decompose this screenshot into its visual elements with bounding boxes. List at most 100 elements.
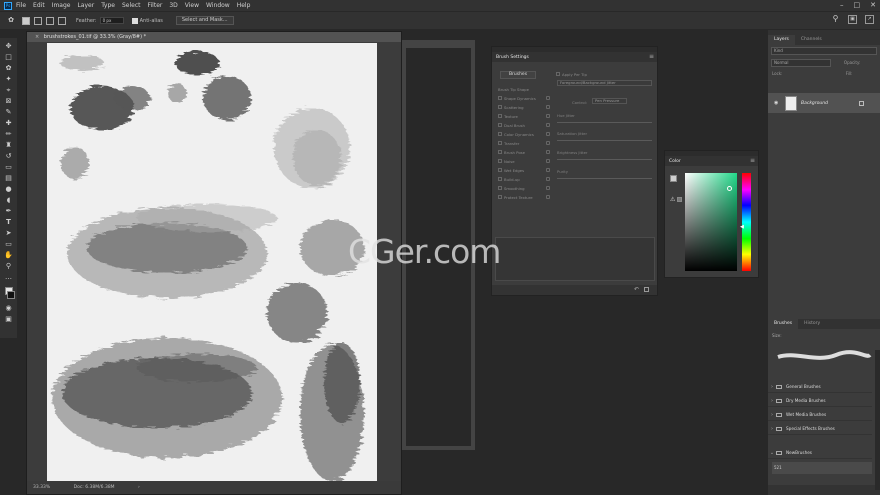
web-safe-swatch[interactable] (677, 197, 682, 202)
brush-group-dry-media[interactable]: › Dry Media Brushes (768, 395, 872, 407)
lock-icon[interactable] (546, 168, 550, 172)
brush-group-special-effects[interactable]: › Special Effects Brushes (768, 423, 872, 435)
feather-input[interactable]: 0 px (99, 17, 124, 24)
dodge-tool-icon[interactable]: ◖ (4, 195, 14, 205)
option-checkbox[interactable] (498, 123, 502, 127)
apply-per-tip-checkbox[interactable] (556, 72, 560, 76)
option-checkbox[interactable] (498, 177, 502, 181)
control-dropdown[interactable]: Pen Pressure (592, 98, 627, 104)
maximize-icon[interactable]: □ (854, 1, 861, 9)
tab-layers[interactable]: Layers (768, 35, 795, 45)
floating-window-titlebar[interactable] (402, 40, 475, 48)
brush-tool-icon[interactable]: ✏ (4, 129, 14, 139)
brush-option-8[interactable]: Noise (498, 158, 550, 164)
color-tab[interactable]: Color (669, 159, 681, 164)
crop-tool-icon[interactable]: ⌖ (4, 85, 14, 95)
document-canvas[interactable] (47, 43, 377, 481)
menu-type[interactable]: Type (101, 2, 115, 9)
intersect-selection-icon[interactable] (58, 16, 66, 25)
lock-icon[interactable] (546, 105, 550, 109)
lock-icon[interactable] (546, 132, 550, 136)
rectangle-tool-icon[interactable]: ▭ (4, 239, 14, 249)
brush-group-general[interactable]: › General Brushes (768, 381, 872, 393)
chevron-right-icon[interactable]: › (768, 395, 776, 407)
menu-image[interactable]: Image (52, 2, 71, 9)
brush-group-wet-media[interactable]: › Wet Media Brushes (768, 409, 872, 421)
share-icon[interactable]: ↗ (865, 15, 874, 24)
option-checkbox[interactable] (498, 114, 502, 118)
brush-option-11[interactable]: Smoothing (498, 185, 550, 191)
search-icon[interactable]: ⚲ (831, 15, 840, 24)
lock-icon[interactable] (546, 141, 550, 145)
option-checkbox[interactable] (498, 105, 502, 109)
lock-icon[interactable] (546, 177, 550, 181)
layer-kind-filter[interactable]: Kind (771, 47, 877, 55)
toggle-live-tip-icon[interactable]: ↶ (634, 286, 639, 293)
hue-slider[interactable] (742, 173, 751, 271)
option-checkbox[interactable] (498, 150, 502, 154)
eyedropper-tool-icon[interactable]: ✎ (4, 107, 14, 117)
color-picker-marker[interactable] (727, 186, 732, 191)
chevron-right-icon[interactable]: › (768, 381, 776, 393)
lock-icon[interactable] (546, 195, 550, 199)
menu-layer[interactable]: Layer (77, 2, 94, 9)
option-checkbox[interactable] (498, 159, 502, 163)
brush-option-5[interactable]: Color Dynamics (498, 131, 550, 137)
minimize-icon[interactable]: – (840, 1, 844, 9)
lock-icon[interactable] (546, 150, 550, 154)
purity-slider[interactable] (557, 178, 652, 179)
path-selection-tool-icon[interactable]: ➤ (4, 228, 14, 238)
menu-edit[interactable]: Edit (33, 2, 45, 9)
chevron-right-icon[interactable]: › (768, 423, 776, 435)
option-checkbox[interactable] (498, 96, 502, 100)
move-tool-icon[interactable]: ✥ (4, 41, 14, 51)
add-selection-icon[interactable] (34, 16, 42, 25)
quick-mask-icon[interactable]: ◉ (4, 303, 14, 313)
lock-icon[interactable] (546, 123, 550, 127)
brush-option-7[interactable]: Brush Pose (498, 149, 550, 155)
brush-option-10[interactable]: Build-up (498, 176, 550, 182)
close-icon[interactable]: ✕ (870, 1, 876, 9)
tab-channels[interactable]: Channels (795, 35, 828, 45)
new-selection-icon[interactable] (22, 16, 30, 25)
more-tools-icon[interactable]: … (4, 272, 14, 282)
type-tool-icon[interactable]: T (4, 217, 14, 227)
menu-select[interactable]: Select (122, 2, 141, 9)
brush-option-3[interactable]: Texture (498, 113, 550, 119)
color-fg-swatch[interactable] (670, 175, 677, 182)
option-checkbox[interactable] (498, 132, 502, 136)
lasso-tool-preset-icon[interactable]: ✿ (6, 15, 16, 25)
magic-wand-tool-icon[interactable]: ✦ (4, 74, 14, 84)
background-color-swatch[interactable] (7, 291, 15, 299)
create-new-brush-icon[interactable] (644, 287, 649, 292)
option-checkbox[interactable] (498, 186, 502, 190)
brush-option-6[interactable]: Transfer (498, 140, 550, 146)
frame-tool-icon[interactable]: ⊠ (4, 96, 14, 106)
option-checkbox[interactable] (498, 141, 502, 145)
brush-group-new[interactable]: ⌄ NewBrushes (768, 447, 872, 459)
option-checkbox[interactable] (498, 168, 502, 172)
panel-menu-icon[interactable]: ≡ (649, 54, 654, 60)
brush-option-0[interactable]: Brush Tip Shape (498, 86, 550, 92)
select-and-mask-button[interactable]: Select and Mask... (175, 16, 234, 25)
brushes-scrollbar[interactable] (875, 350, 880, 490)
menu-help[interactable]: Help (237, 2, 251, 9)
hue-slider-handle[interactable]: ◀ (740, 224, 744, 230)
pen-tool-icon[interactable]: ✒ (4, 206, 14, 216)
menu-window[interactable]: Window (206, 2, 230, 9)
workspace-icon[interactable]: ▣ (848, 15, 857, 24)
brushes-button[interactable]: Brushes (500, 71, 536, 79)
panel-menu-icon[interactable]: ≡ (750, 158, 755, 164)
hand-tool-icon[interactable]: ✋ (4, 250, 14, 260)
screen-mode-icon[interactable]: ▣ (4, 314, 14, 324)
tab-history[interactable]: History (798, 319, 826, 329)
layer-lock-icon[interactable] (859, 100, 864, 106)
lock-icon[interactable] (546, 96, 550, 100)
recent-brush-strokes[interactable] (776, 349, 872, 365)
brush-settings-tab[interactable]: Brush Settings (496, 55, 529, 60)
close-document-icon[interactable]: × (35, 34, 39, 40)
brush-option-1[interactable]: Shape Dynamics (498, 95, 550, 101)
tab-brushes[interactable]: Brushes (768, 319, 799, 329)
out-of-gamut-warning-icon[interactable]: ⚠ (670, 196, 675, 203)
menu-3d[interactable]: 3D (169, 2, 177, 9)
